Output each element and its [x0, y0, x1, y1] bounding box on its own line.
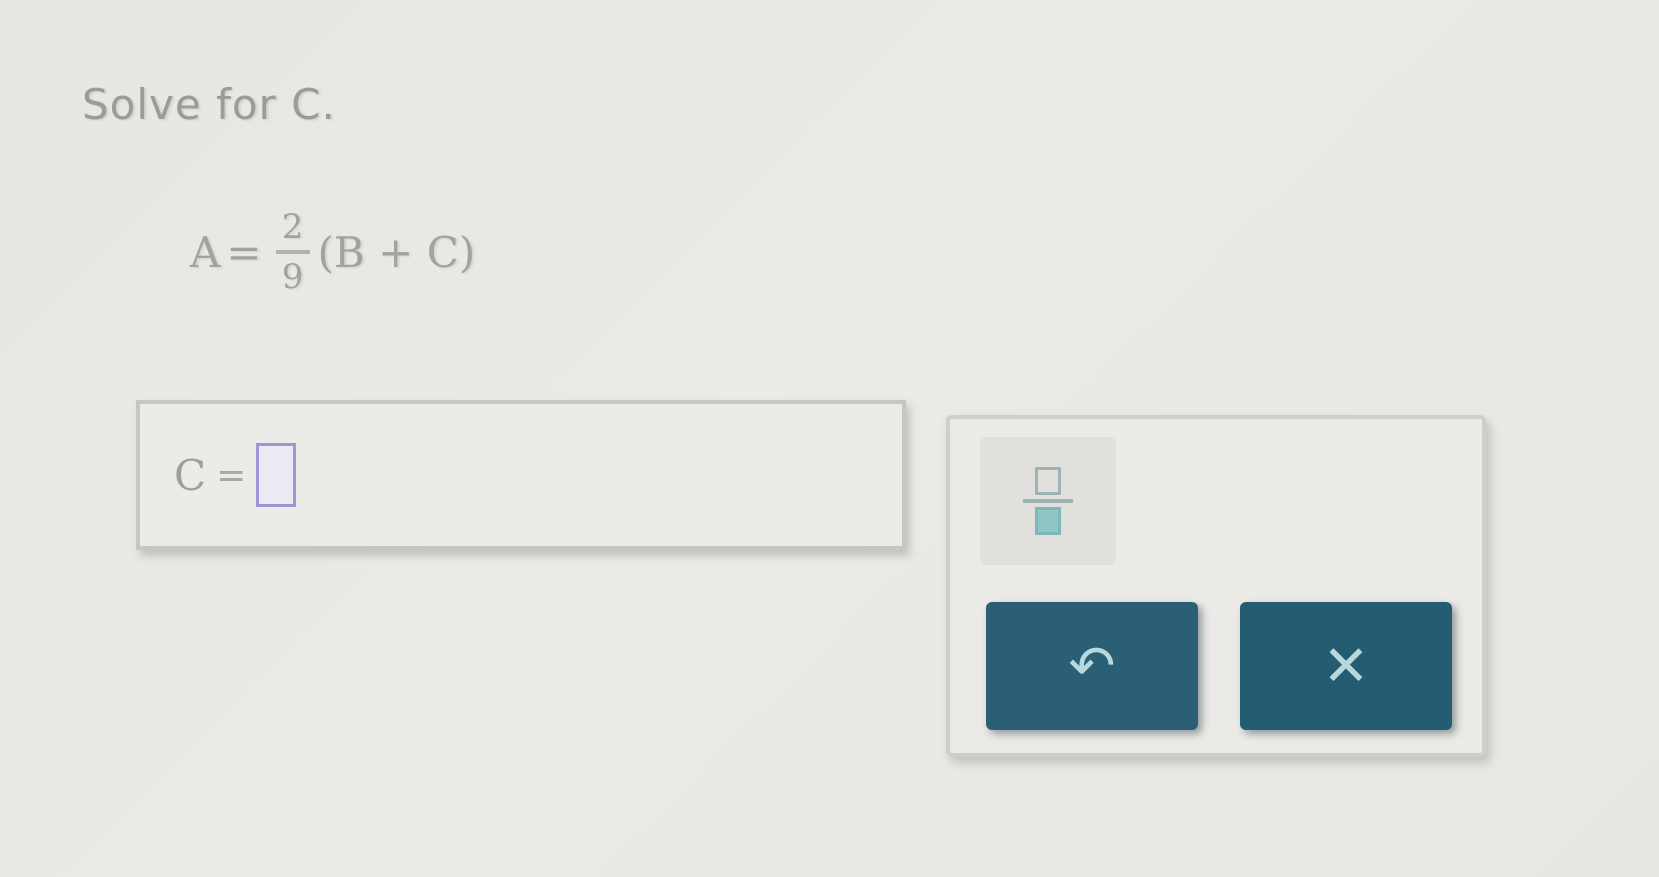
answer-slot[interactable] [256, 443, 297, 507]
math-tool-panel: ↶ ✕ [946, 415, 1486, 757]
undo-button[interactable]: ↶ [986, 602, 1198, 730]
fraction-tool-button[interactable] [980, 437, 1116, 565]
undo-icon: ↶ [1068, 633, 1116, 699]
close-icon: ✕ [1322, 633, 1370, 699]
answer-equals: = [216, 454, 247, 496]
question-prompt: Solve for C. [82, 80, 336, 129]
fraction-icon-line [1023, 499, 1073, 503]
answer-variable: C [174, 450, 207, 500]
equation-lhs: A [190, 227, 221, 277]
fraction-icon-slot [1035, 507, 1061, 535]
answer-input-box[interactable]: C = [136, 400, 906, 550]
equation: A = 2 9 (B + C) [190, 192, 475, 312]
fraction-denominator: 9 [281, 257, 304, 297]
equation-fraction: 2 9 [275, 207, 310, 297]
fraction-icon [1035, 467, 1061, 495]
equation-rhs: (B + C) [317, 227, 476, 277]
equation-equals: = [226, 227, 262, 277]
clear-button[interactable]: ✕ [1240, 602, 1452, 730]
fraction-bar [275, 250, 310, 254]
fraction-numerator: 2 [281, 207, 304, 247]
